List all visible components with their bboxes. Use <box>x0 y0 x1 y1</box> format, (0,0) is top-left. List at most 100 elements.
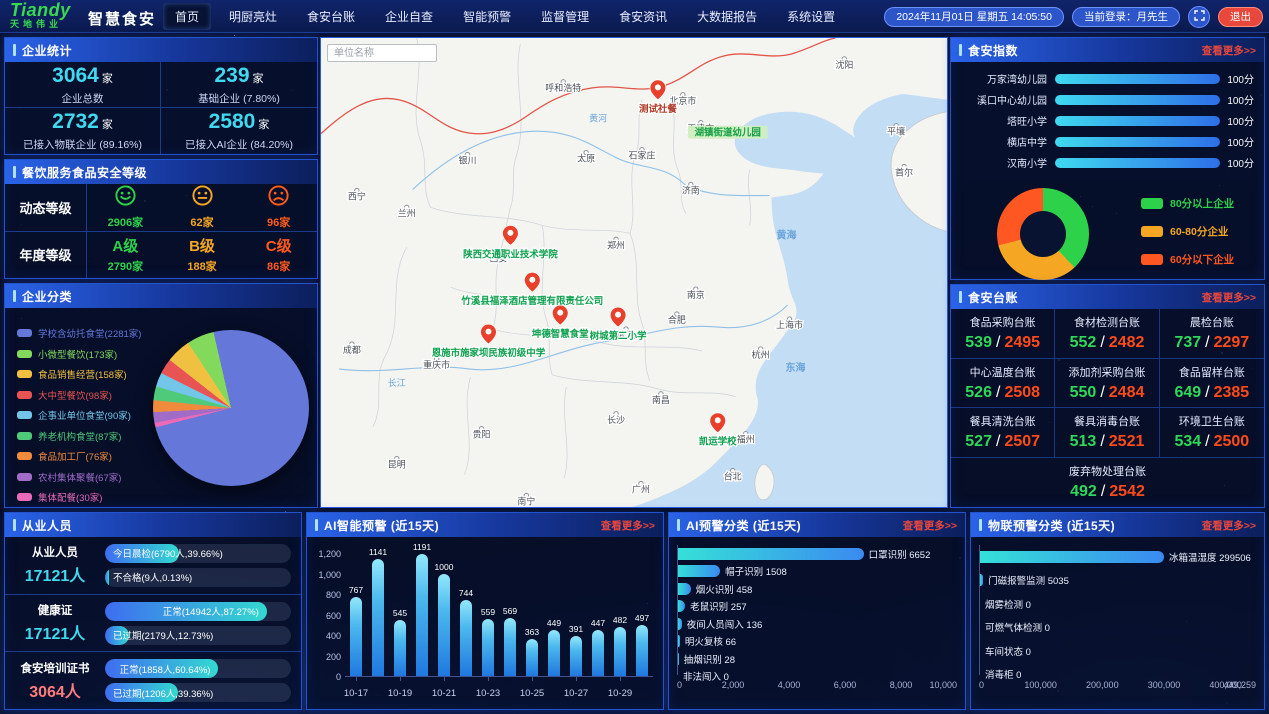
view-more-link[interactable]: 查看更多>> <box>903 518 957 533</box>
header-accent <box>677 519 680 531</box>
ledger-total: 2500 <box>1214 433 1250 450</box>
bar-10-19 <box>394 620 406 676</box>
ledger-name: 餐具消毒台账 <box>1074 413 1140 429</box>
panel-title: 企业统计 <box>22 42 72 59</box>
nav-item-8[interactable]: 系统设置 <box>775 3 847 30</box>
ledger-separator: / <box>1201 384 1213 401</box>
view-more-link[interactable]: 查看更多>> <box>601 518 655 533</box>
map-canvas: 黄海东海黄河长江沈阳呼和浩特北京市天津市银川石家庄太原济南西宁兰州西安郑州南京合… <box>321 38 947 508</box>
staff-value: 3064人 <box>5 678 105 702</box>
fullscreen-button[interactable] <box>1188 6 1210 28</box>
svg-text:兰州: 兰州 <box>398 207 416 218</box>
score-bar <box>1055 74 1220 84</box>
school-name: 塔旺小学 <box>961 113 1047 128</box>
panel-title: 餐饮服务食品安全等级 <box>22 164 147 181</box>
stat-number: 239 <box>214 64 249 87</box>
bar-value-label: 447 <box>591 618 605 628</box>
panel-title: 从业人员 <box>22 517 72 534</box>
x-axis-tick <box>576 677 577 681</box>
bar-10-28 <box>592 630 604 676</box>
hbar-row-0: 冰箱温湿度 299506 <box>980 545 1256 569</box>
nav-item-6[interactable]: 食安资讯 <box>607 3 679 30</box>
staff-label: 健康证 <box>5 602 105 618</box>
legend-label: 80分以上企业 <box>1170 196 1234 211</box>
ledger-total: 2482 <box>1109 334 1145 351</box>
legend-swatch <box>1141 226 1163 237</box>
ledger-cell-5: 食品留样台账649/2385 <box>1160 359 1264 409</box>
river-label: 长江 <box>388 377 406 388</box>
svg-text:南昌: 南昌 <box>652 394 670 405</box>
ledger-separator: / <box>1201 334 1213 351</box>
nav-item-2[interactable]: 食安台账 <box>295 3 367 30</box>
stat-label: 已接入物联企业 (89.16%) <box>23 137 142 152</box>
nav-item-3[interactable]: 企业自查 <box>373 3 445 30</box>
svg-text:上海市: 上海市 <box>776 319 803 330</box>
hbar-4 <box>678 618 682 630</box>
ledger-done: 550 <box>1070 384 1097 401</box>
search-input[interactable] <box>327 44 437 62</box>
ledger-done: 492 <box>1070 483 1097 500</box>
category-legend-item-1: 小微型餐饮(173家) <box>17 347 141 361</box>
header-accent <box>13 290 16 302</box>
panel-header: AI智能预警 (近15天)查看更多>> <box>307 513 663 537</box>
staff-label: 从业人员 <box>5 544 105 560</box>
svg-text:银川: 银川 <box>459 155 477 166</box>
svg-text:树城第二小学: 树城第二小学 <box>590 330 647 342</box>
ledger-total: 2507 <box>1004 433 1040 450</box>
svg-text:陕西交通职业技术学院: 陕西交通职业技术学院 <box>463 248 558 260</box>
panel-enterprise-category: 企业分类 学校含幼托食堂(2281家)小微型餐饮(173家)食品销售经营(158… <box>4 283 318 508</box>
legend-swatch <box>17 473 32 481</box>
ledger-done: 534 <box>1174 433 1201 450</box>
score-value: 100分 <box>1220 113 1254 128</box>
school-name: 横店中学 <box>961 134 1047 149</box>
panel-title: AI预警分类 (近15天) <box>686 517 801 534</box>
ledger-name: 中心温度台账 <box>970 364 1036 380</box>
ledger-done: 513 <box>1070 433 1097 450</box>
nav-item-0[interactable]: 首页 <box>163 3 211 30</box>
bar-10-24 <box>504 618 516 676</box>
svg-text:太原: 太原 <box>577 153 595 164</box>
ledger-separator: / <box>992 334 1004 351</box>
nav-item-4[interactable]: 智能预警 <box>451 3 523 30</box>
axis-tick-label: 300,000 <box>1148 680 1181 690</box>
nav-item-7[interactable]: 大数据报告 <box>685 3 769 30</box>
top-navbar: Tiandy 天地伟业 智慧食安 首页明厨亮灶食安台账企业自查智能预警监督管理食… <box>0 0 1269 33</box>
ledger-done: 649 <box>1174 384 1201 401</box>
stat-unit: 家 <box>253 73 264 85</box>
svg-text:呼和浩特: 呼和浩特 <box>545 82 581 93</box>
axis-tick-label: 0 <box>979 680 984 690</box>
stat-number: 3064 <box>52 64 99 87</box>
star-dot <box>234 35 235 36</box>
svg-text:首尔: 首尔 <box>895 167 913 178</box>
bar-value-label: 391 <box>569 624 583 634</box>
legend-label: 学校含幼托食堂(2281家) <box>38 326 141 340</box>
ledger-total: 2484 <box>1109 384 1145 401</box>
view-more-link[interactable]: 查看更多>> <box>1202 518 1256 533</box>
panel-header: 食安指数查看更多>> <box>951 38 1264 62</box>
highlighted-site-label[interactable]: 湖镇街道幼儿园 <box>688 126 768 139</box>
nav-item-5[interactable]: 监督管理 <box>529 3 601 30</box>
logout-button[interactable]: 退出 <box>1218 7 1263 27</box>
hbar-row-4: 车间状态 0 <box>980 639 1256 663</box>
level-item-0-0: 2906家 <box>87 184 164 230</box>
hbar-label: 老鼠识别 257 <box>690 599 747 613</box>
stat-number: 2732 <box>52 110 99 133</box>
category-pie-chart <box>153 330 309 486</box>
stat-label: 企业总数 <box>62 91 104 106</box>
hbar-row-1: 帽子识别 1508 <box>678 563 957 581</box>
china-map[interactable]: 黄海东海黄河长江沈阳呼和浩特北京市天津市银川石家庄太原济南西宁兰州西安郑州南京合… <box>320 37 948 508</box>
safety-level-rows: 动态等级2906家62家96家年度等级A级2790家B级188家C级86家 <box>5 184 317 278</box>
svg-text:杭州: 杭州 <box>752 349 770 360</box>
view-more-link[interactable]: 查看更多>> <box>1202 290 1256 305</box>
svg-text:郑州: 郑州 <box>607 239 625 250</box>
panel-header: 食安台账查看更多>> <box>951 285 1264 309</box>
legend-swatch <box>1141 198 1163 209</box>
legend-label: 食品加工厂(76家) <box>38 449 112 463</box>
svg-text:凯运学校: 凯运学校 <box>699 436 737 448</box>
ledger-total: 2542 <box>1109 483 1145 500</box>
view-more-link[interactable]: 查看更多>> <box>1202 43 1256 58</box>
panel-ledger: 食安台账查看更多>> 食品采购台账539/2495食材检测台账552/2482晨… <box>950 284 1265 508</box>
nav-item-1[interactable]: 明厨亮灶 <box>217 3 289 30</box>
brand-logo: Tiandy 天地伟业 <box>10 1 71 29</box>
axis-tick-label: 6,000 <box>834 680 857 690</box>
